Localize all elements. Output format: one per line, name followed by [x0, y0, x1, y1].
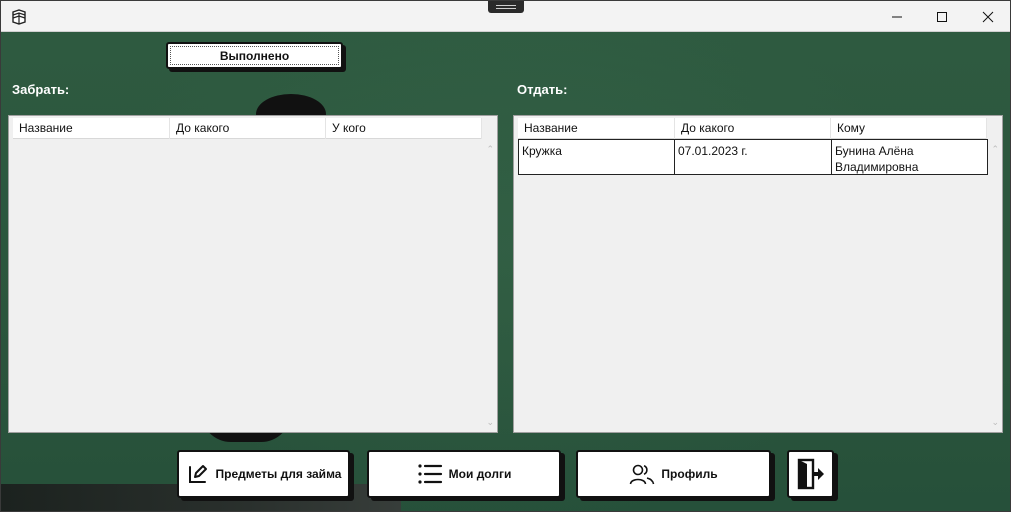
- loan-items-label: Предметы для займа: [215, 467, 342, 481]
- loan-items-button[interactable]: Предметы для займа: [177, 450, 350, 498]
- app-window: Выполнено Забрать: Отдать: Название До к…: [0, 0, 1011, 512]
- scroll-up-icon[interactable]: ⌃: [991, 144, 999, 155]
- close-icon: [982, 11, 994, 22]
- give-table-header: Название До какого Кому: [518, 118, 987, 139]
- table-row[interactable]: Кружка 07.01.2023 г. Бунина Алёна Владим…: [518, 139, 988, 175]
- close-button[interactable]: [965, 1, 1010, 32]
- minimize-icon: [892, 16, 902, 17]
- scroll-up-icon[interactable]: ⌃: [486, 144, 494, 155]
- cell-to: Бунина Алёна Владимировна: [835, 144, 919, 174]
- minimize-button[interactable]: [874, 1, 920, 32]
- take-table-header: Название До какого У кого: [13, 118, 482, 139]
- scroll-down-icon[interactable]: ⌄: [486, 417, 494, 428]
- give-section-label: Отдать:: [517, 82, 568, 97]
- profile-label: Профиль: [661, 467, 718, 481]
- column-header-name[interactable]: Название: [13, 118, 170, 139]
- column-header-until[interactable]: До какого: [170, 118, 326, 139]
- main-content: Выполнено Забрать: Отдать: Название До к…: [1, 32, 1010, 511]
- profile-button[interactable]: Профиль: [576, 450, 771, 498]
- exit-button[interactable]: [787, 450, 834, 498]
- take-table[interactable]: Название До какого У кого ⌃ ⌄: [8, 115, 498, 433]
- done-button[interactable]: Выполнено: [166, 42, 343, 69]
- cell-name: Кружка: [519, 140, 675, 174]
- edit-item-icon: [188, 465, 207, 483]
- column-header-name[interactable]: Название: [518, 118, 675, 139]
- book-icon: [10, 8, 28, 26]
- take-section-label: Забрать:: [12, 82, 70, 97]
- cell-until: 07.01.2023 г.: [675, 140, 832, 174]
- column-header-until[interactable]: До какого: [675, 118, 831, 139]
- done-button-label: Выполнено: [219, 48, 290, 63]
- column-header-to[interactable]: Кому: [831, 118, 987, 139]
- title-bar[interactable]: [1, 1, 1010, 32]
- column-header-from[interactable]: У кого: [326, 118, 482, 139]
- my-debts-button[interactable]: Мои долги: [367, 450, 561, 498]
- my-debts-label: Мои долги: [448, 467, 512, 481]
- list-icon: [418, 464, 442, 484]
- users-icon: [630, 464, 655, 485]
- give-table[interactable]: Название До какого Кому Кружка 07.01.202…: [513, 115, 1003, 433]
- maximize-icon: [937, 11, 947, 22]
- scroll-down-icon[interactable]: ⌄: [991, 417, 999, 428]
- snap-layout-handle[interactable]: [488, 1, 524, 13]
- exit-door-icon: [797, 458, 824, 490]
- maximize-button[interactable]: [919, 1, 965, 32]
